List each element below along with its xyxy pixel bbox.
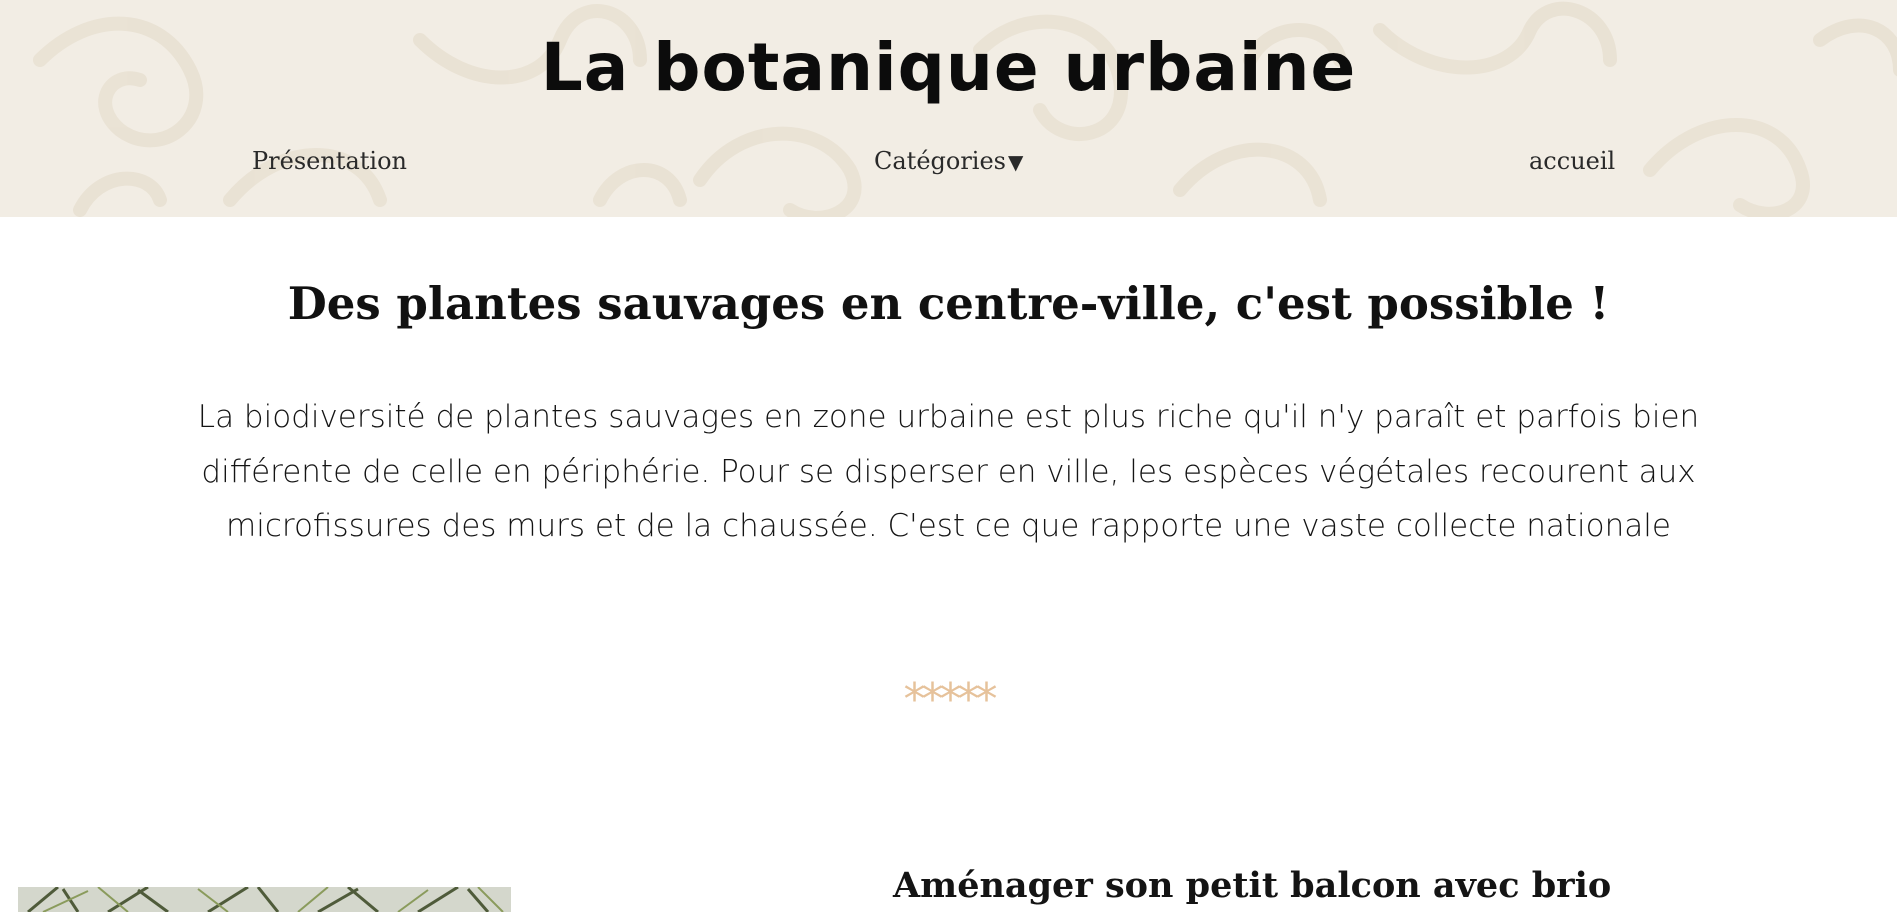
nav-item-categories-label: Catégories: [874, 147, 1006, 175]
caret-down-icon: ▼: [1008, 150, 1024, 174]
intro-paragraph: La biodiversité de plantes sauvages en z…: [197, 399, 1700, 544]
article-title[interactable]: Aménager son petit balcon avec brio: [893, 860, 1611, 912]
site-title[interactable]: La botanique urbaine: [0, 18, 1897, 118]
site-header: La botanique urbaine Présentation Catégo…: [0, 0, 1897, 217]
plant-photo-graphic: [18, 887, 511, 912]
page-title: Des plantes sauvages en centre-ville, c'…: [287, 277, 1610, 330]
plant-photo-icon[interactable]: [18, 887, 511, 912]
asterisk-separator: *****: [903, 674, 998, 725]
main-nav: Présentation Catégories ▼ accueil: [0, 140, 1897, 186]
nav-item-accueil[interactable]: accueil: [1529, 140, 1615, 182]
nav-item-categories[interactable]: Catégories ▼: [874, 140, 1023, 183]
nav-item-presentation[interactable]: Présentation: [252, 140, 407, 182]
